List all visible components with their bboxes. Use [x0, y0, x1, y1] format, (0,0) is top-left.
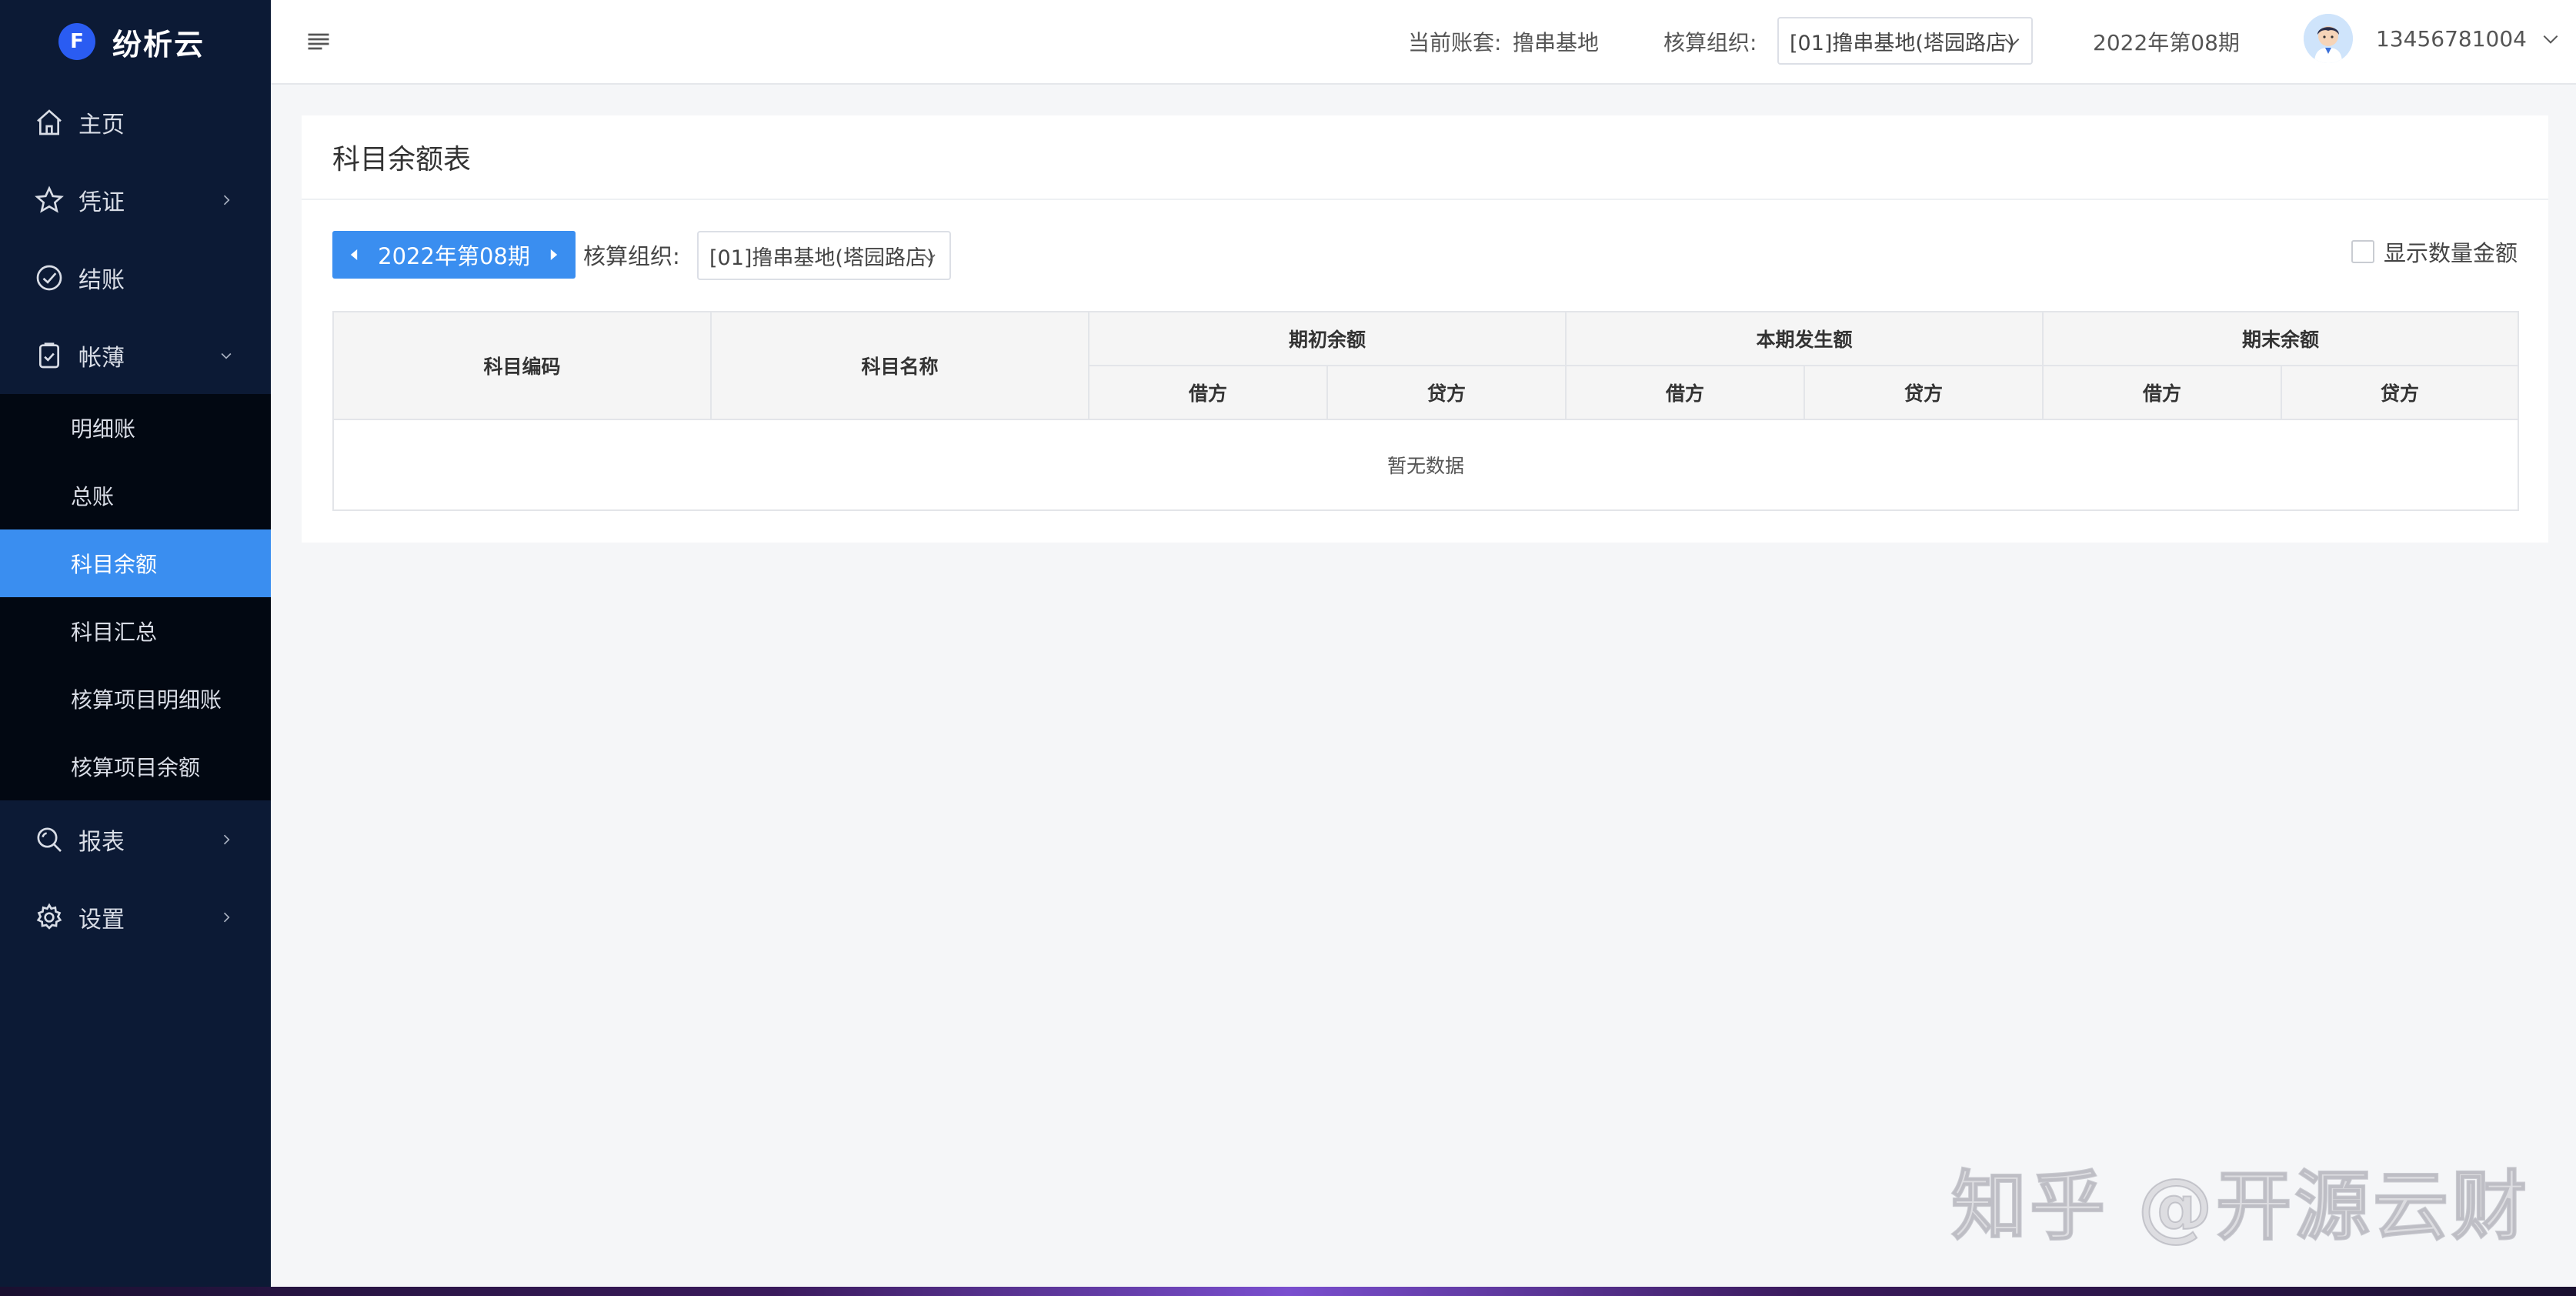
chevron-down-icon[interactable] [2541, 29, 2561, 52]
sidebar-item-reports[interactable]: 报表 [0, 800, 271, 878]
chevron-right-icon [215, 189, 237, 211]
clipboard-icon [32, 339, 66, 372]
sidebar-item-label: 主页 [78, 111, 125, 139]
col-header-current-debit: 借方 [1565, 365, 1806, 420]
submenu-item-detail-ledger[interactable]: 明细账 [0, 394, 271, 462]
sidebar-item-home[interactable]: 主页 [0, 83, 271, 161]
col-header-current-credit: 贷方 [1804, 365, 2044, 420]
chevron-down-icon [2002, 32, 2022, 58]
prev-period-button[interactable] [332, 231, 375, 279]
submenu-item-aux-balance[interactable]: 核算项目余额 [0, 733, 271, 800]
balance-table: 科目编码 科目名称 期初余额 本期发生额 期末余额 借方 贷方 借方 贷方 借方… [332, 311, 2520, 511]
col-header-opening-debit: 借方 [1088, 365, 1328, 420]
ledger-submenu: 明细账 总账 科目余额 科目汇总 核算项目明细账 核算项目余额 [0, 394, 271, 800]
show-qty-label: 显示数量金额 [2383, 240, 2518, 266]
account-value: 撸串基地 [1513, 30, 1600, 55]
header-org-select[interactable]: [01]撸串基地(塔园路店) [1777, 17, 2033, 65]
submenu-item-general-ledger[interactable]: 总账 [0, 462, 271, 529]
sidebar-item-label: 结账 [78, 266, 125, 294]
table-row: 暂无数据 [332, 419, 2520, 511]
chevron-down-icon [920, 248, 939, 272]
col-group-current: 本期发生额 [1565, 311, 2044, 366]
org-select[interactable]: [01]撸串基地(塔园路店) [697, 231, 951, 280]
chevron-right-icon [215, 829, 237, 850]
chevron-down-icon [215, 345, 237, 366]
watermark: 知乎 @开源云财 [1950, 1162, 2531, 1251]
sidebar-item-label: 报表 [78, 828, 125, 856]
col-header-name[interactable]: 科目名称 [710, 311, 1089, 420]
org-value: [01]撸串基地(塔园路店) [709, 246, 935, 270]
sidebar-item-closing[interactable]: 结账 [0, 239, 271, 316]
col-header-ending-debit: 借方 [2042, 365, 2283, 420]
sidebar-item-ledger[interactable]: 帐薄 [0, 316, 271, 394]
header-period[interactable]: 2022年第08期 [2093, 26, 2240, 57]
col-header-ending-credit: 贷方 [2281, 365, 2520, 420]
sidebar-item-label: 设置 [78, 906, 125, 934]
empty-state-text: 暂无数据 [332, 419, 2520, 511]
star-icon [32, 183, 66, 217]
sidebar-item-label: 帐薄 [78, 344, 125, 372]
sidebar-item-label: 凭证 [78, 189, 125, 216]
brand-name: 纷析云 [112, 27, 205, 62]
caret-left-icon [350, 249, 358, 260]
period-switcher: 2022年第08期 [332, 231, 576, 279]
next-period-button[interactable] [532, 231, 576, 279]
home-icon [32, 105, 66, 139]
gear-icon [32, 900, 66, 934]
sidebar-item-voucher[interactable]: 凭证 [0, 161, 271, 239]
top-header: 当前账套: 撸串基地 核算组织: [01]撸串基地(塔园路店) 2022年第08… [271, 0, 2576, 85]
search-icon [32, 823, 66, 857]
submenu-item-aux-detail[interactable]: 核算项目明细账 [0, 665, 271, 733]
check-circle-icon [32, 261, 66, 295]
submenu-item-account-balance[interactable]: 科目余额 [0, 529, 271, 597]
org-label: 核算组织: [583, 243, 680, 269]
caret-right-icon [550, 249, 558, 260]
brand-logo: F [58, 23, 95, 60]
brand[interactable]: F 纷析云 [0, 0, 271, 83]
desktop-bottom-bar [0, 1287, 2576, 1296]
balance-card: 科目余额表 2022年第08期 核算组织: [01]撸串基地(塔园路店) 显示数… [302, 115, 2548, 543]
user-phone[interactable]: 13456781004 [2376, 26, 2527, 52]
header-org-label: 核算组织: [1663, 30, 1757, 55]
hamburger-menu-icon[interactable] [305, 28, 332, 55]
header-org-value: [01]撸串基地(塔园路店) [1790, 31, 2015, 55]
col-group-ending: 期末余额 [2042, 311, 2520, 366]
chevron-right-icon [215, 907, 237, 928]
sidebar: F 纷析云 主页 凭证 结账 帐薄 明细账 总账 科目余额 科目汇总 核算项目明… [0, 0, 271, 1287]
col-group-opening: 期初余额 [1087, 311, 1567, 366]
account-label: 当前账套: [1408, 30, 1502, 55]
sidebar-item-settings[interactable]: 设置 [0, 878, 271, 956]
avatar[interactable] [2304, 14, 2353, 63]
show-qty-toggle[interactable]: 显示数量金额 [2351, 235, 2518, 268]
col-header-opening-credit: 贷方 [1326, 365, 1567, 420]
period-label[interactable]: 2022年第08期 [375, 239, 532, 271]
show-qty-checkbox[interactable] [2351, 240, 2374, 263]
submenu-item-account-summary[interactable]: 科目汇总 [0, 597, 271, 665]
page-title: 科目余额表 [302, 115, 2548, 200]
col-header-code[interactable]: 科目编码 [332, 311, 712, 420]
